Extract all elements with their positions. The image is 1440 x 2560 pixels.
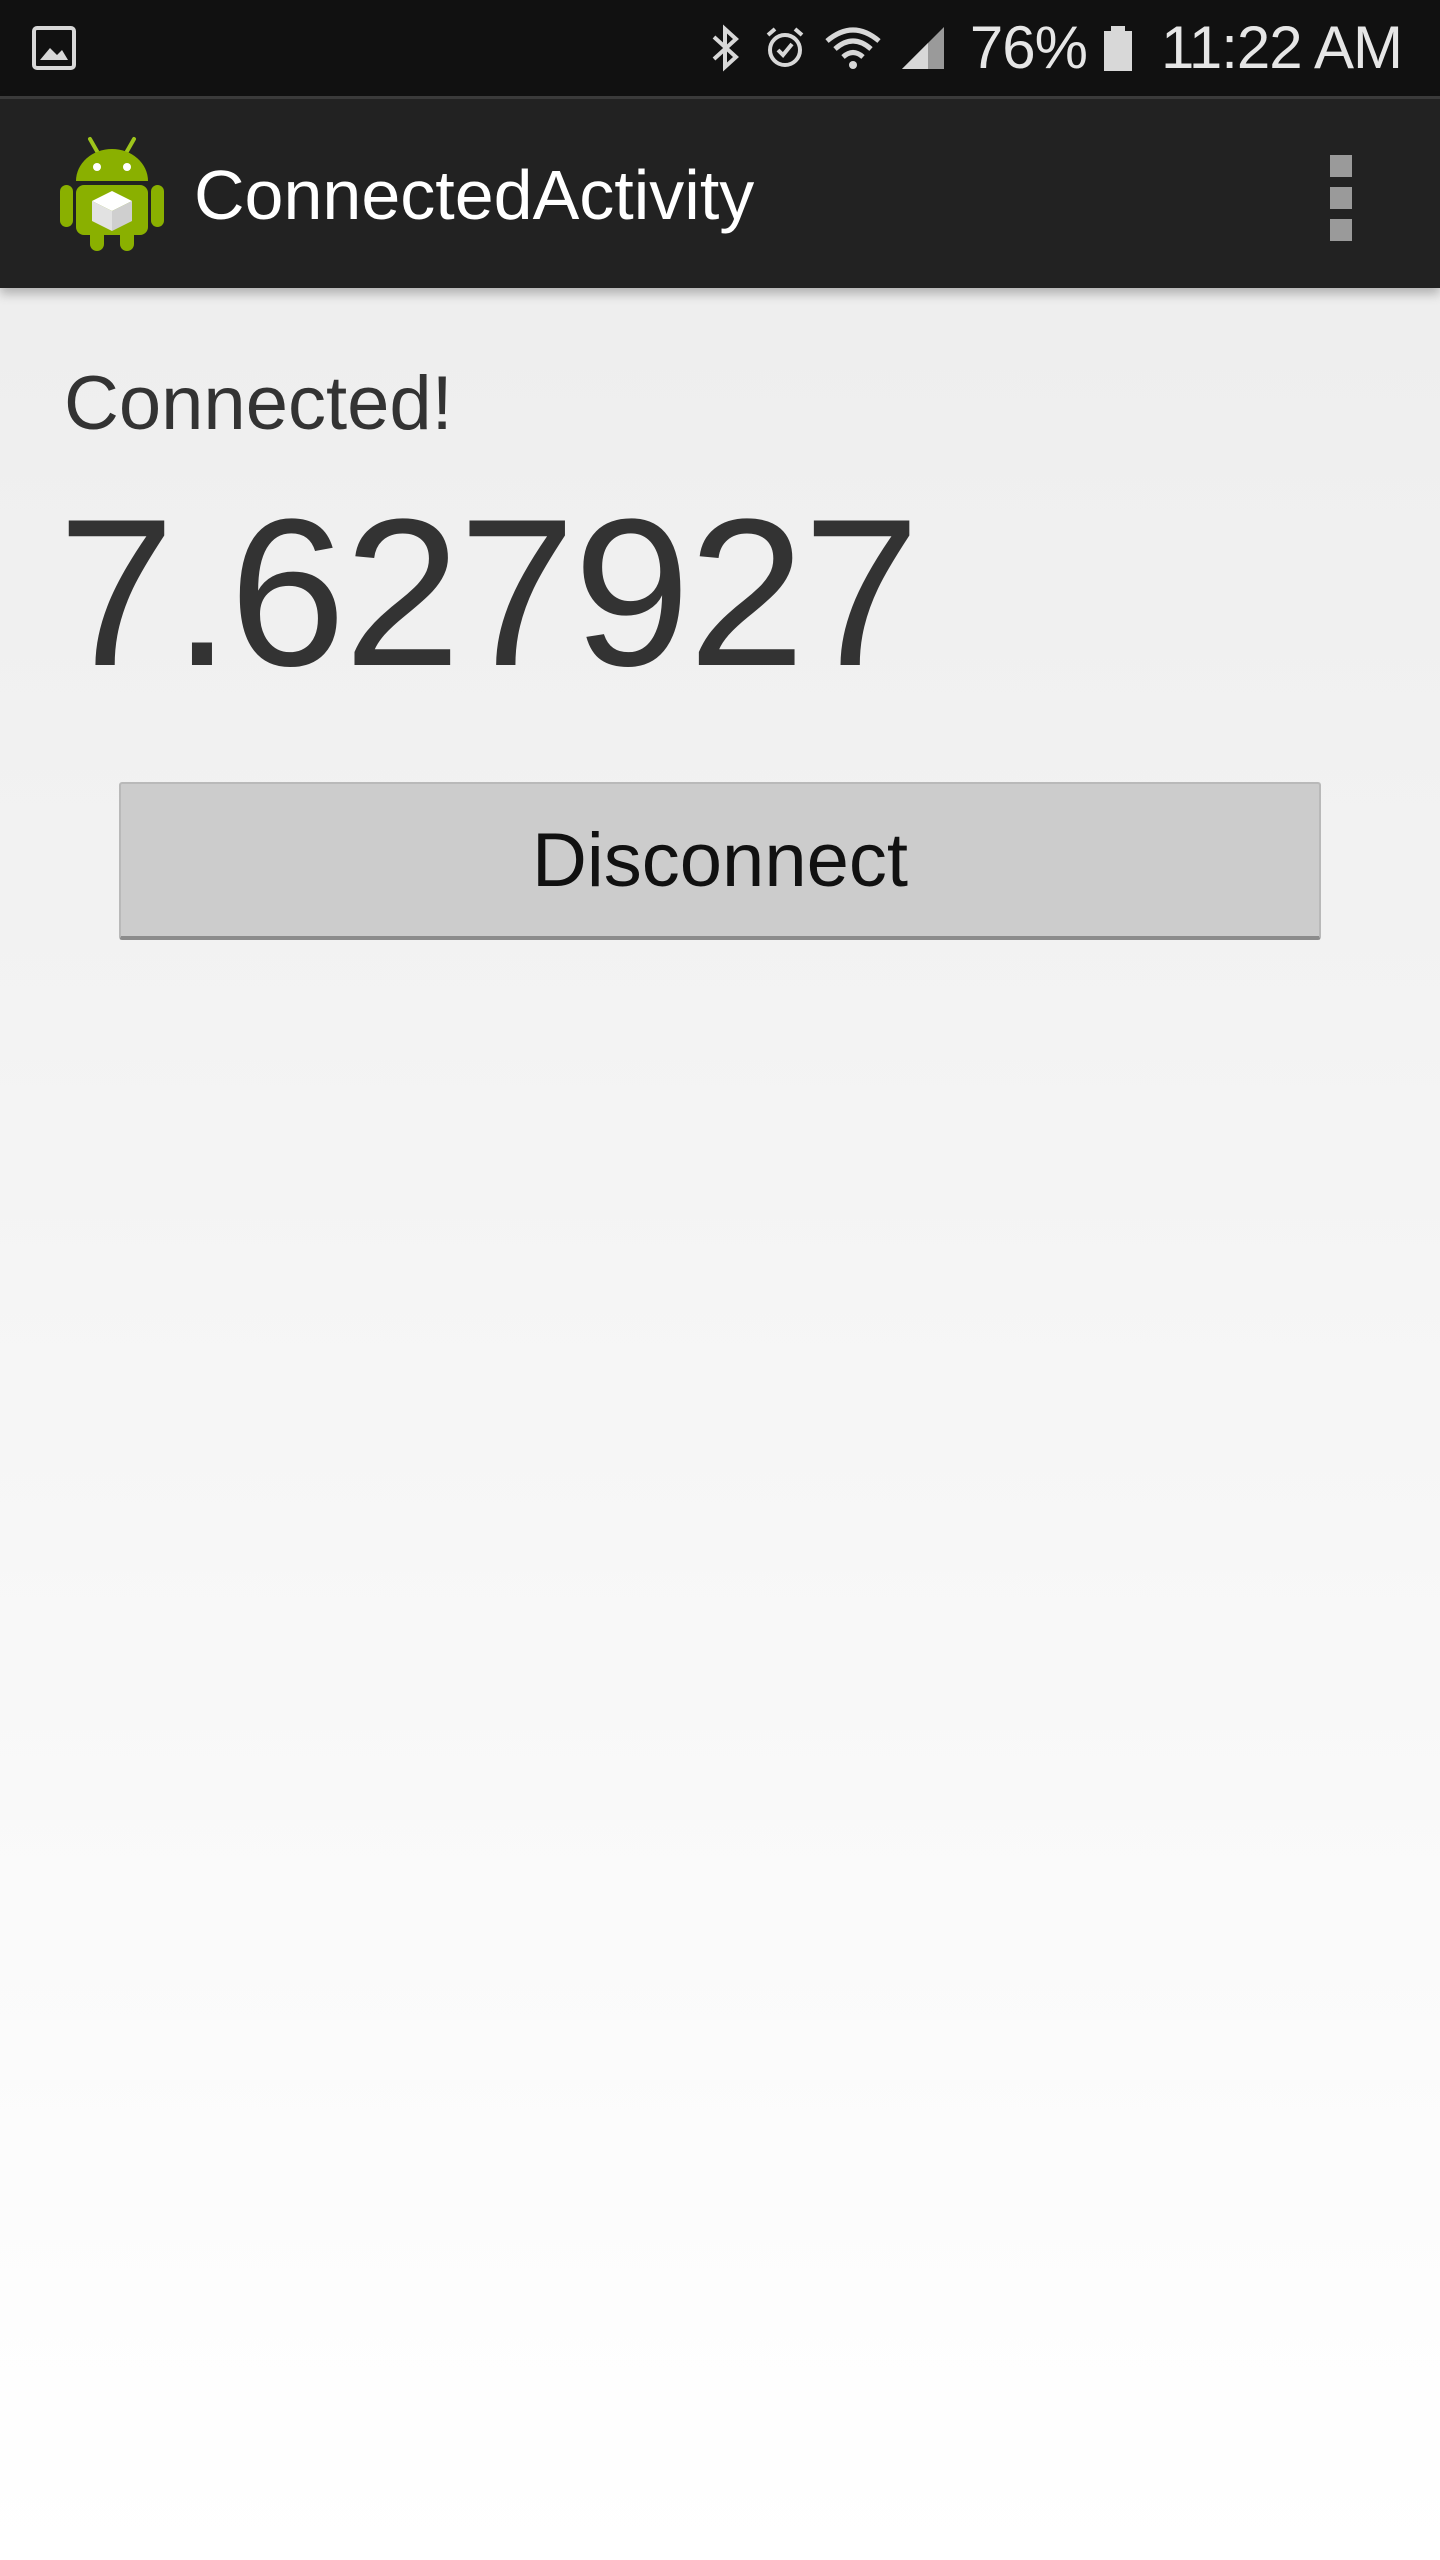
battery-icon: [1103, 26, 1132, 71]
battery-percent: 76%: [969, 14, 1088, 81]
status-icons: 76% 11:22 AM: [702, 0, 1403, 96]
wifi-icon: [825, 27, 881, 69]
bluetooth-icon: [712, 24, 739, 72]
alarm-icon: [766, 27, 804, 67]
cell-signal-icon: [901, 27, 944, 69]
clock: 11:22 AM: [1160, 14, 1403, 81]
action-bar: ConnectedActivity: [0, 96, 1440, 288]
connection-status-label: Connected!: [64, 361, 453, 446]
status-bar: 76% 11:22 AM: [0, 0, 1440, 96]
value-display: 7.627927: [58, 475, 920, 710]
android-icon: [60, 137, 164, 251]
gallery-icon: [32, 26, 76, 70]
disconnect-button[interactable]: Disconnect: [119, 782, 1321, 940]
overflow-menu-icon[interactable]: [1326, 155, 1356, 241]
app-title: ConnectedActivity: [194, 156, 755, 234]
